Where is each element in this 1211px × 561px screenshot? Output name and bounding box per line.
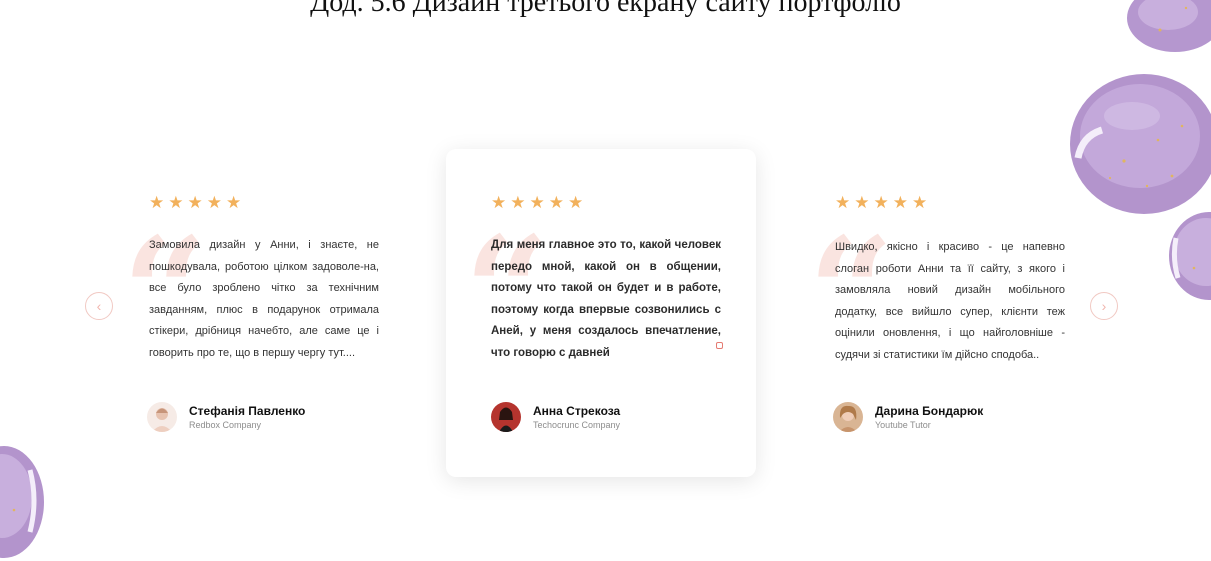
- author-company: Redbox Company: [189, 419, 262, 430]
- author-block: Анна Стрекоза Techocrunc Company: [491, 402, 620, 432]
- macaron-image-right-small: [1169, 212, 1211, 300]
- avatar: [491, 402, 521, 432]
- star-icon: ★: [548, 193, 564, 213]
- author-block: Стефанія Павленко Redbox Company: [147, 402, 305, 432]
- star-icon: ★: [568, 193, 584, 213]
- expand-icon[interactable]: [716, 342, 723, 349]
- author-company: Youtube Tutor: [875, 419, 931, 430]
- author-company: Techocrunc Company: [533, 419, 621, 430]
- chevron-left-icon: ‹: [96, 298, 102, 314]
- macaron-image-top-right: [1127, 0, 1211, 52]
- author-block: Дарина Бондарюк Youtube Tutor: [833, 402, 983, 432]
- testimonial-card-3: ★ ★ ★ ★ ★ “ Швидко, якісно і красиво - ц…: [808, 150, 1128, 470]
- testimonial-text: Замовила дизайн у Анни, і знаєте, не пош…: [149, 239, 379, 359]
- document-caption: Дод. 5.6 Дизайн третього екрану сайту по…: [310, 0, 901, 18]
- testimonial-card-2: ★ ★ ★ ★ ★ “ Для меня главное это то, как…: [446, 149, 756, 477]
- star-icon: ★: [912, 193, 928, 213]
- star-icon: ★: [892, 193, 908, 213]
- testimonial-text: Швидко, якісно і красиво - це напевно сл…: [835, 241, 1065, 361]
- avatar: [833, 402, 863, 432]
- previous-arrow-button[interactable]: ‹: [85, 292, 113, 320]
- author-name: Стефанія Павленко: [189, 403, 306, 418]
- author-name: Анна Стрекоза: [533, 403, 621, 418]
- testimonial-text: Для меня главное это то, какой человек п…: [491, 239, 721, 359]
- macaron-image-left: [0, 446, 44, 558]
- star-icon: ★: [206, 193, 222, 213]
- avatar: [147, 402, 177, 432]
- testimonial-card-1: ★ ★ ★ ★ ★ “ Замовила дизайн у Анни, і зн…: [122, 150, 442, 470]
- author-name: Дарина Бондарюк: [875, 403, 984, 418]
- star-icon: ★: [226, 193, 242, 213]
